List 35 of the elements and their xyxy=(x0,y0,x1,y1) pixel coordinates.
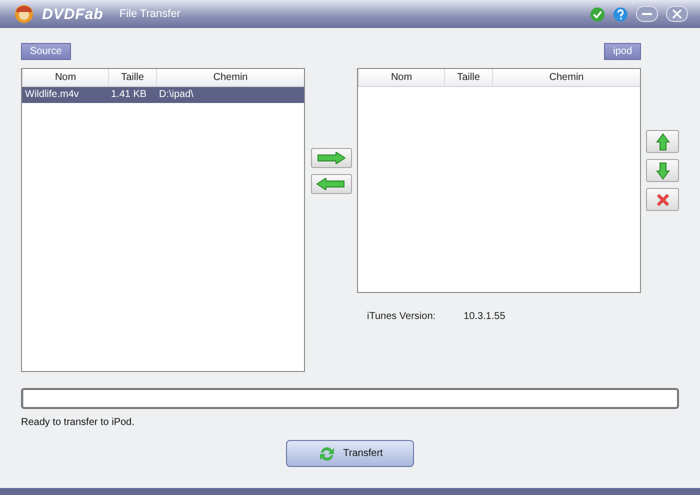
status-text: Ready to transfer to iPod. xyxy=(21,417,136,428)
file-list[interactable]: Nom Taille Chemin Wildlife.m4v 1.41 KB D:\ipad\ xyxy=(21,68,305,372)
brand-logo: DVDFab xyxy=(42,6,104,22)
up-arrow-icon xyxy=(656,132,670,150)
transfer-button[interactable]: Transfert xyxy=(286,440,414,467)
column-header[interactable]: Nom xyxy=(22,69,108,86)
column-header[interactable]: Chemin xyxy=(156,69,304,86)
close-icon[interactable] xyxy=(666,6,688,22)
add-button[interactable] xyxy=(310,148,352,168)
left-arrow-icon xyxy=(316,178,346,190)
itunes-label: iTunes Version: xyxy=(367,311,436,322)
logo-icon xyxy=(14,4,34,24)
table-cell-text: Wildlife.m4v xyxy=(24,88,80,102)
ipod-label: ipod xyxy=(604,43,641,60)
table-cell-text: 1.41 KB xyxy=(110,88,148,102)
move-up-button[interactable] xyxy=(646,130,679,153)
table-cell-text: D:\ipad\ xyxy=(158,88,194,102)
move-down-button[interactable] xyxy=(646,159,679,182)
minimize-icon[interactable] xyxy=(636,6,658,22)
window-title: File Transfer xyxy=(119,8,182,20)
delete-icon xyxy=(656,192,670,206)
right-arrow-icon xyxy=(316,152,346,164)
down-arrow-icon xyxy=(656,162,670,180)
column-header[interactable]: Nom xyxy=(358,69,444,86)
column-header[interactable]: Chemin xyxy=(492,69,640,86)
itunes-version: 10.3.1.55 xyxy=(464,311,506,322)
column-header[interactable]: Taille xyxy=(108,69,156,86)
remove-button[interactable] xyxy=(310,174,352,194)
check-icon[interactable] xyxy=(590,6,605,22)
column-header[interactable]: Taille xyxy=(444,69,492,86)
file-row[interactable]: Wildlife.m4v 1.41 KB D:\ipad\ xyxy=(22,87,304,103)
file-list[interactable]: Nom Taille Chemin xyxy=(357,68,641,293)
source-label: Source xyxy=(21,43,71,60)
delete-button[interactable] xyxy=(646,188,679,211)
help-icon[interactable] xyxy=(613,6,628,22)
